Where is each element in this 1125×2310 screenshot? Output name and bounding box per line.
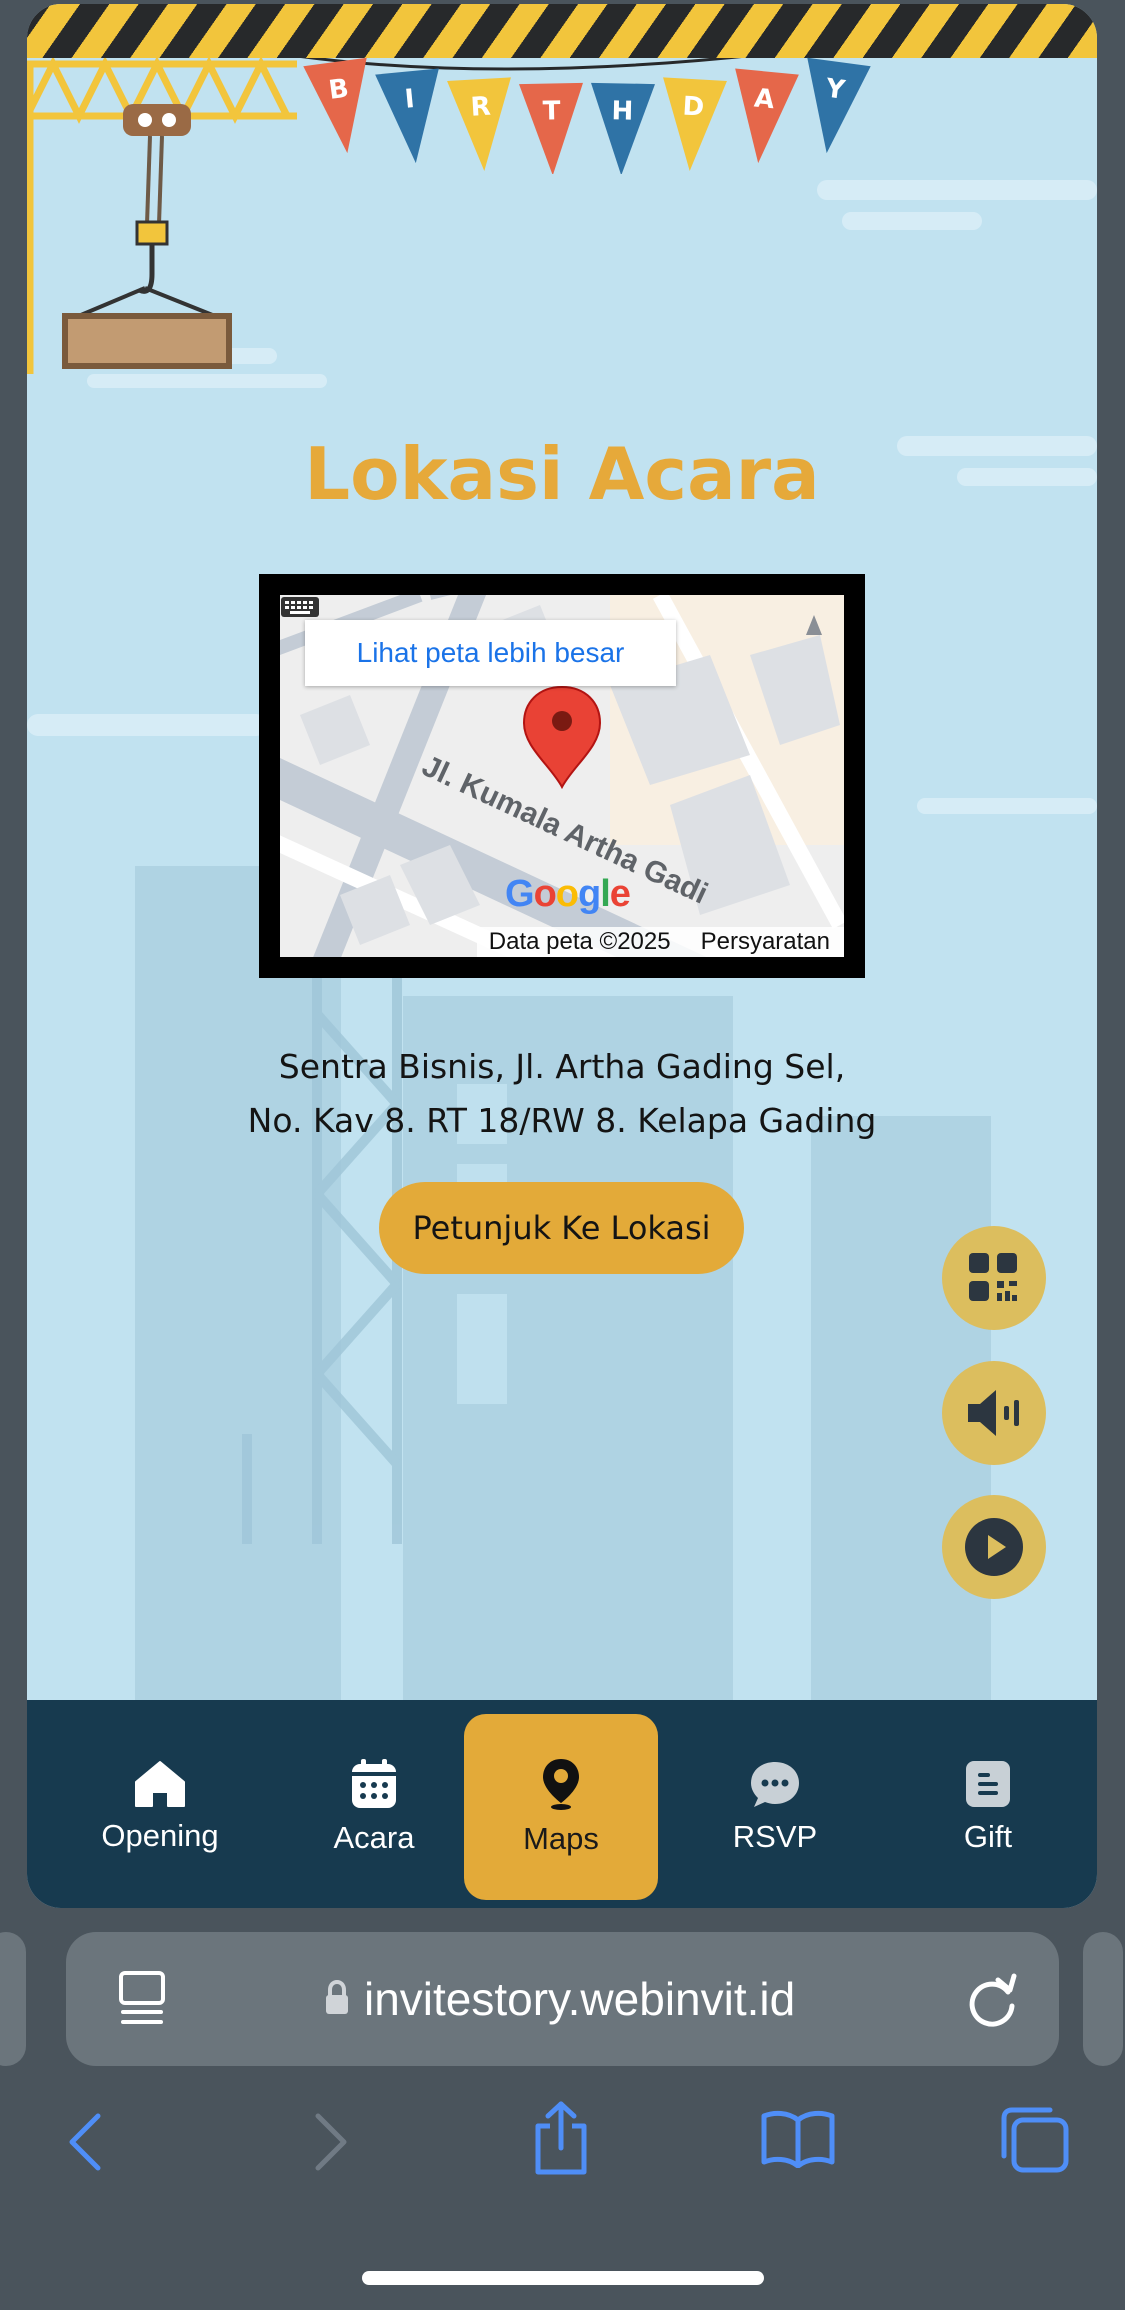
address-line-1: Sentra Bisnis, Jl. Artha Gading Sel, — [278, 1047, 846, 1086]
map-credits: Data peta ©2025 Persyaratan — [476, 927, 844, 957]
speaker-icon — [968, 1390, 1019, 1436]
address-line-2: No. Kav 8. RT 18/RW 8. Kelapa Gading — [247, 1101, 877, 1140]
bunting-pennant: R — [447, 77, 511, 172]
terms-link[interactable]: Persyaratan — [701, 928, 830, 956]
bunting-letter: T — [542, 96, 561, 126]
bunting-pennant: T — [519, 82, 583, 174]
invitation-card: BIR T H D AY Lokasi Acara Jl. Kumala Artha G… — [27, 4, 1097, 1908]
previous-tab-edge[interactable] — [0, 1932, 26, 2066]
bunting-pennant: B — [303, 57, 367, 154]
keyboard-icon[interactable] — [280, 595, 320, 619]
map-canvas[interactable]: Jl. Kumala Artha Gadi Google Lihat peta … — [280, 595, 844, 957]
directions-button[interactable]: Petunjuk Ke Lokasi — [379, 1182, 744, 1274]
play-icon — [965, 1518, 1023, 1576]
nav-label: Gift — [963, 1819, 1013, 1854]
section-title: Lokasi Acara — [304, 432, 820, 516]
nav-gift[interactable]: Gift — [891, 1714, 1085, 1900]
chat-bubble-icon — [751, 1762, 799, 1807]
bunting-letter: D — [682, 92, 705, 123]
forward-icon[interactable] — [310, 2112, 350, 2172]
reload-icon[interactable] — [966, 1970, 1022, 2030]
nav-rsvp[interactable]: RSVP — [678, 1714, 872, 1900]
calendar-icon — [352, 1759, 396, 1808]
nav-maps[interactable]: Maps — [464, 1714, 658, 1900]
qr-code-button[interactable] — [942, 1226, 1046, 1330]
nav-label: Maps — [523, 1821, 599, 1856]
birthday-bunting: BIR T H D AY — [303, 57, 871, 174]
url-text[interactable]: invitestory.webinvit.id — [364, 1932, 795, 2066]
back-icon[interactable] — [66, 2112, 106, 2172]
share-icon[interactable] — [530, 2100, 592, 2176]
nav-acara[interactable]: Acara — [277, 1714, 471, 1900]
autoplay-button[interactable] — [942, 1495, 1046, 1599]
bunting-pennant: A — [735, 68, 799, 164]
nav-label: Acara — [333, 1820, 415, 1855]
music-volume-button[interactable] — [942, 1361, 1046, 1465]
bunting-letter: H — [611, 96, 633, 126]
bookmarks-icon[interactable] — [760, 2108, 836, 2168]
map-embed[interactable]: Jl. Kumala Artha Gadi Google Lihat peta … — [259, 574, 865, 978]
page-menu-icon[interactable] — [118, 1970, 166, 2028]
bunting-letter: A — [753, 84, 776, 116]
view-larger-map-link[interactable]: Lihat peta lebih besar — [305, 620, 676, 686]
nav-label: Opening — [101, 1818, 219, 1853]
map-data-text: Data peta ©2025 — [488, 928, 671, 955]
bunting-letter: B — [327, 74, 351, 106]
map-pin-icon — [543, 1759, 579, 1810]
address-bar[interactable]: invitestory.webinvit.id — [66, 1932, 1059, 2066]
next-tab-edge[interactable] — [1083, 1932, 1123, 2066]
bunting-pennant: D — [663, 77, 727, 172]
bunting-pennant: I — [375, 68, 439, 164]
lock-icon — [326, 1980, 348, 2014]
google-logo: Google — [505, 873, 631, 915]
bunting-letter: R — [470, 92, 492, 123]
tabs-icon[interactable] — [998, 2104, 1070, 2174]
bunting-pennant: Y — [807, 57, 871, 154]
nav-label: RSVP — [732, 1819, 818, 1854]
bottom-navigation: Opening Acara Maps RSVP Gift — [27, 1700, 1097, 1908]
event-address: Sentra Bisnis, Jl. Artha Gading Sel, No.… — [27, 1040, 1097, 1148]
nav-opening[interactable]: Opening — [63, 1714, 257, 1900]
gift-list-icon — [966, 1761, 1010, 1807]
home-indicator — [362, 2271, 764, 2285]
qr-code-icon — [969, 1253, 1017, 1301]
bunting-pennant: H — [591, 82, 655, 174]
home-icon — [135, 1761, 185, 1807]
